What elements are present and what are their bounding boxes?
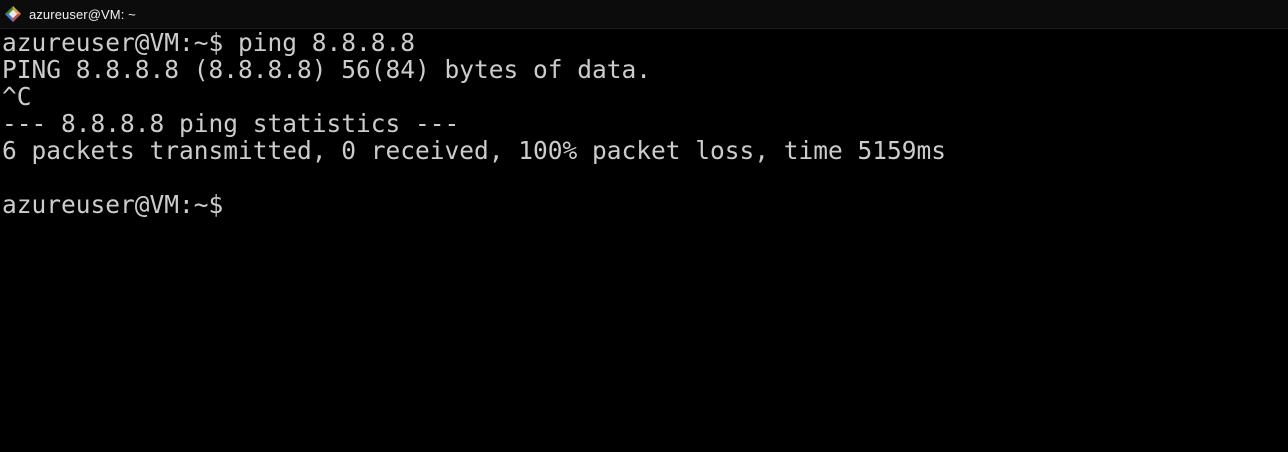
terminal-line-prompt: azureuser@VM:~$ [2, 190, 224, 219]
terminal-line-stats-summary: 6 packets transmitted, 0 received, 100% … [2, 136, 947, 165]
terminal-output[interactable]: azureuser@VM:~$ ping 8.8.8.8 PING 8.8.8.… [0, 29, 1288, 452]
terminal-line-interrupt: ^C [2, 82, 32, 111]
terminal-line-ping-header: PING 8.8.8.8 (8.8.8.8) 56(84) bytes of d… [2, 55, 652, 84]
terminal-window: azureuser@VM: ~ azureuser@VM:~$ ping 8.8… [0, 0, 1288, 452]
title-bar[interactable]: azureuser@VM: ~ [0, 0, 1288, 29]
putty-icon[interactable] [3, 4, 23, 24]
window-title: azureuser@VM: ~ [29, 6, 136, 22]
terminal-line-command: azureuser@VM:~$ ping 8.8.8.8 [2, 28, 416, 57]
terminal-line-stats-header: --- 8.8.8.8 ping statistics --- [2, 109, 460, 138]
